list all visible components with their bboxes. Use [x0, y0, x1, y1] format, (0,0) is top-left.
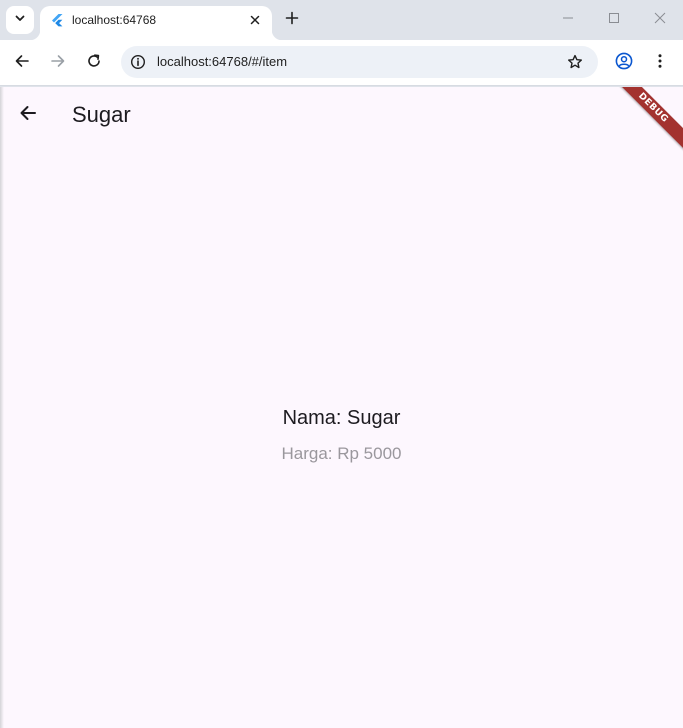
- page-title: Sugar: [72, 102, 131, 127]
- minimize-button[interactable]: [556, 8, 580, 32]
- url-text[interactable]: localhost:64768/#/item: [157, 54, 287, 69]
- star-icon[interactable]: [564, 51, 586, 73]
- info-icon[interactable]: [127, 51, 149, 73]
- maximize-button[interactable]: [602, 8, 626, 32]
- app-bar: Sugar: [0, 87, 683, 143]
- profile-button[interactable]: [611, 50, 637, 76]
- forward-button[interactable]: [45, 50, 71, 76]
- back-button[interactable]: [9, 50, 35, 76]
- minimize-icon: [562, 11, 574, 29]
- arrow-left-icon: [14, 53, 30, 74]
- reload-button[interactable]: [81, 50, 107, 76]
- arrow-left-icon: [18, 103, 38, 128]
- tab-active[interactable]: localhost:64768: [30, 6, 282, 40]
- reload-icon: [86, 53, 102, 74]
- browser-toolbar: localhost:64768/#/item: [0, 40, 683, 86]
- item-price: Harga: Rp 5000: [281, 444, 402, 463]
- close-icon[interactable]: [246, 11, 264, 29]
- new-tab-button[interactable]: [281, 9, 303, 31]
- more-vert-icon: [652, 53, 668, 74]
- close-icon: [654, 11, 666, 29]
- close-window-button[interactable]: [648, 8, 672, 32]
- tab-title: localhost:64768: [72, 13, 157, 27]
- item-name: Nama: Sugar: [282, 407, 401, 429]
- plus-icon: [285, 11, 299, 30]
- app-back-button[interactable]: [12, 99, 44, 131]
- profile-icon: [615, 52, 633, 75]
- page-viewport: Sugar DEBUG Nama: Sugar Harga: Rp 5000: [0, 87, 683, 728]
- chevron-down-icon: [14, 11, 26, 29]
- flutter-icon: [50, 13, 64, 27]
- maximize-icon: [608, 11, 620, 29]
- tab-strip: localhost:64768: [0, 0, 683, 40]
- browser-window: localhost:64768 localhost:64768/#/item S…: [0, 0, 683, 728]
- menu-button[interactable]: [647, 50, 673, 76]
- item-details: Nama: Sugar Harga: Rp 5000: [0, 407, 683, 464]
- arrow-right-icon: [50, 53, 66, 74]
- address-bar[interactable]: localhost:64768/#/item: [121, 46, 598, 78]
